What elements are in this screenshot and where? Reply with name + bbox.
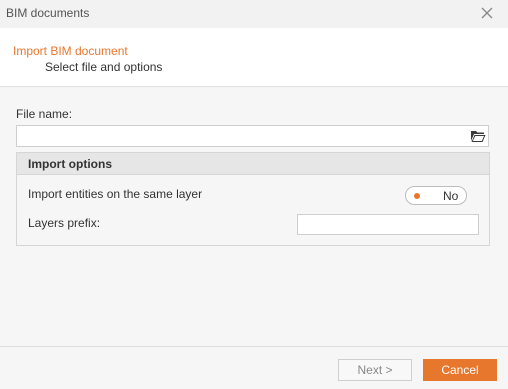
cancel-button[interactable]: Cancel bbox=[423, 359, 497, 381]
layers-prefix-label: Layers prefix: bbox=[28, 216, 101, 230]
dialog-header: Import BIM document Select file and opti… bbox=[0, 28, 508, 87]
import-options-header: Import options bbox=[17, 153, 489, 175]
import-options-panel: Import options Import entities on the sa… bbox=[16, 152, 490, 246]
toggle-value: No bbox=[443, 189, 459, 203]
file-name-input[interactable] bbox=[17, 126, 470, 146]
file-name-field bbox=[16, 125, 489, 147]
toggle-indicator bbox=[414, 193, 420, 199]
same-layer-toggle[interactable]: No bbox=[405, 186, 467, 205]
title-bar: BIM documents bbox=[0, 0, 508, 28]
import-options-heading: Import options bbox=[28, 157, 112, 171]
header-title: Import BIM document bbox=[13, 44, 128, 58]
header-subtitle: Select file and options bbox=[45, 60, 163, 74]
next-button[interactable]: Next > bbox=[338, 359, 412, 381]
window-title: BIM documents bbox=[6, 6, 90, 20]
layers-prefix-input[interactable] bbox=[297, 214, 479, 235]
footer-divider bbox=[0, 346, 508, 347]
same-layer-label: Import entities on the same layer bbox=[28, 187, 203, 201]
file-name-label: File name: bbox=[16, 107, 73, 121]
bim-documents-dialog: BIM documents Import BIM document Select… bbox=[0, 0, 508, 389]
close-icon[interactable] bbox=[480, 6, 494, 20]
folder-open-icon[interactable] bbox=[470, 129, 486, 143]
